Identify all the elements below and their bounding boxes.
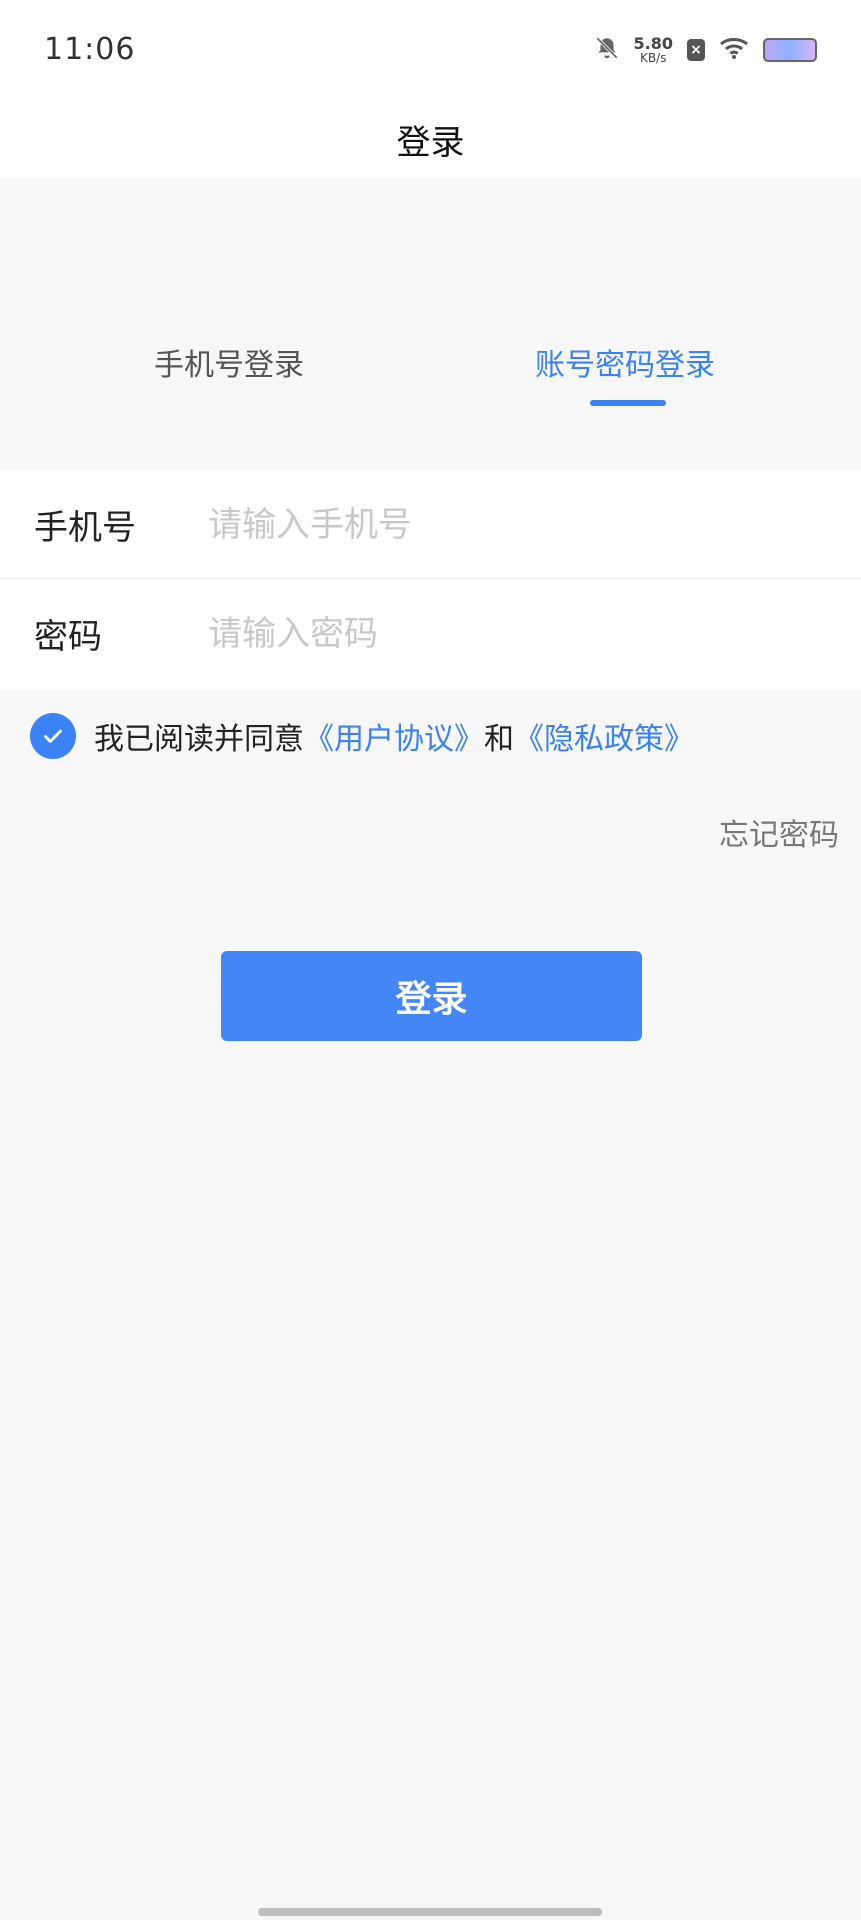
phone-label: 手机号 — [34, 507, 136, 548]
status-bar: 11:06 5.80 KB/s × — [0, 0, 861, 100]
agreement-checkbox[interactable] — [30, 713, 76, 759]
agreement-prefix: 我已阅读并同意 — [94, 722, 304, 757]
phone-input[interactable] — [206, 496, 810, 554]
password-row: 密码 — [0, 578, 861, 687]
forgot-password-link[interactable]: 忘记密码 — [719, 810, 839, 854]
agreement-row: 我已阅读并同意《用户协议》和《隐私政策》 — [30, 712, 694, 760]
network-speed-unit: KB/s — [640, 51, 667, 65]
check-icon — [44, 729, 62, 743]
agreement-and: 和 — [484, 722, 514, 757]
active-tab-indicator — [590, 400, 666, 406]
status-icons: 5.80 KB/s × — [594, 30, 817, 70]
battery-icon — [763, 38, 817, 62]
network-speed: 5.80 KB/s — [633, 34, 673, 65]
page-title: 登录 — [396, 122, 465, 163]
bell-muted-icon — [594, 35, 620, 65]
tab-phone-login[interactable]: 手机号登录 — [154, 340, 304, 384]
password-label: 密码 — [34, 616, 102, 657]
phone-row: 手机号 — [0, 470, 861, 578]
wifi-icon — [719, 36, 749, 64]
privacy-policy-link[interactable]: 《隐私政策》 — [514, 722, 694, 757]
status-time: 11:06 — [44, 32, 136, 67]
network-speed-value: 5.80 — [633, 34, 673, 53]
login-button[interactable]: 登录 — [221, 951, 642, 1041]
app-header: 登录 — [0, 100, 861, 178]
user-agreement-link[interactable]: 《用户协议》 — [304, 722, 484, 757]
password-input[interactable] — [206, 605, 810, 663]
agreement-text: 我已阅读并同意《用户协议》和《隐私政策》 — [94, 714, 694, 758]
home-indicator[interactable] — [258, 1908, 602, 1916]
tab-account-password-login[interactable]: 账号密码登录 — [535, 340, 715, 384]
login-tabs: 手机号登录 账号密码登录 — [0, 320, 861, 420]
close-badge-icon: × — [687, 39, 705, 61]
login-form: 手机号 密码 — [0, 470, 861, 690]
